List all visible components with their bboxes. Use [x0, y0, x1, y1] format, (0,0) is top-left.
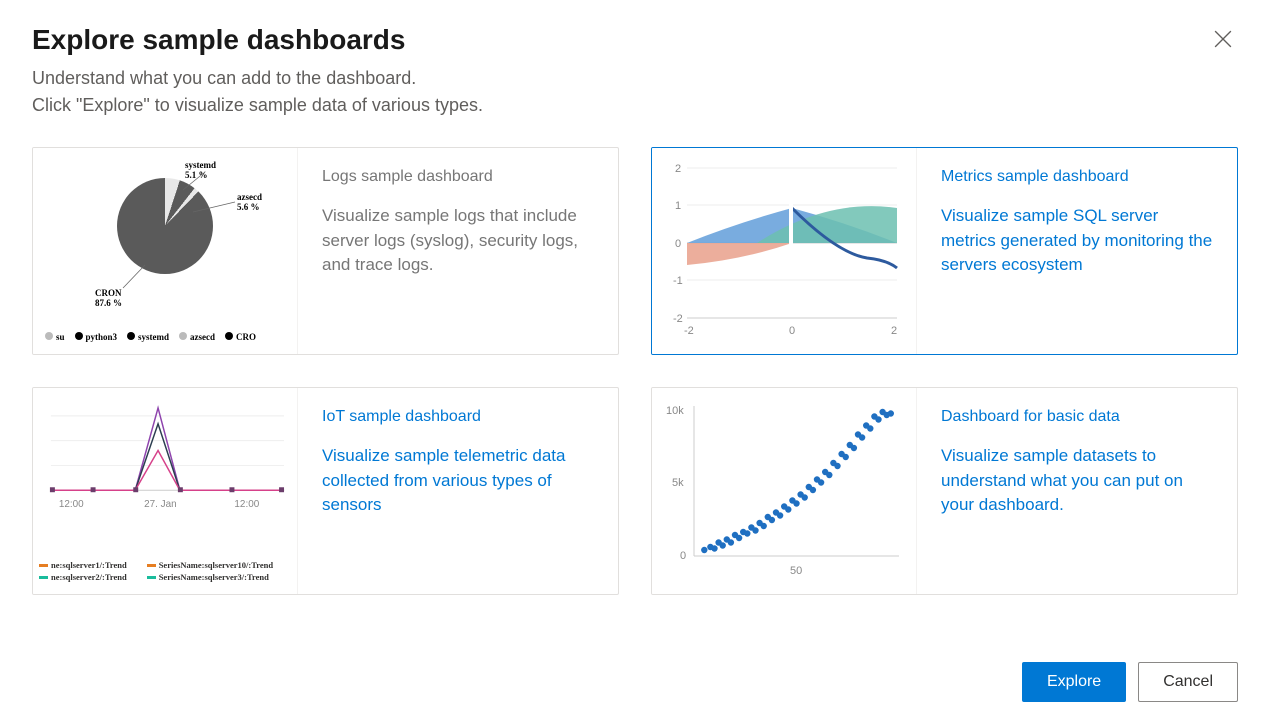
dialog-footer: Explore Cancel	[1022, 662, 1238, 702]
svg-text:10k: 10k	[666, 405, 684, 417]
close-icon	[1214, 36, 1232, 51]
explore-button[interactable]: Explore	[1022, 662, 1126, 702]
svg-text:0: 0	[789, 325, 795, 337]
card-title: Metrics sample dashboard	[941, 168, 1213, 186]
svg-text:2: 2	[675, 163, 681, 175]
dialog-subtitle: Understand what you can add to the dashb…	[32, 65, 1238, 119]
card-title: Dashboard for basic data	[941, 408, 1213, 426]
cancel-button[interactable]: Cancel	[1138, 662, 1238, 702]
thumb-logs-pie: systemd5.1 % azsecd5.6 % CRON87.6 % su p…	[33, 148, 298, 354]
svg-text:50: 50	[790, 565, 802, 577]
svg-text:-1: -1	[673, 275, 683, 287]
svg-text:5k: 5k	[672, 477, 684, 489]
card-title: IoT sample dashboard	[322, 408, 594, 426]
sample-cards-grid: systemd5.1 % azsecd5.6 % CRON87.6 % su p…	[32, 147, 1238, 595]
thumb-metrics-area: 2 1 0 -1 -2 -2 0 2	[652, 148, 917, 354]
thumb-iot-lines: 12:00 27. Jan 12:00 ne:sqlserver1/:Trend…	[33, 388, 298, 594]
svg-text:12:00: 12:00	[234, 499, 259, 510]
close-button[interactable]	[1208, 24, 1238, 57]
card-title: Logs sample dashboard	[322, 168, 594, 186]
card-basic[interactable]: 10k 5k 0 50 Dashboard for basic data Vis…	[651, 387, 1238, 595]
card-logs[interactable]: systemd5.1 % azsecd5.6 % CRON87.6 % su p…	[32, 147, 619, 355]
svg-text:27. Jan: 27. Jan	[144, 499, 177, 510]
dialog-title: Explore sample dashboards	[32, 24, 405, 56]
svg-text:-2: -2	[673, 313, 683, 325]
svg-text:-2: -2	[684, 325, 694, 337]
svg-text:12:00: 12:00	[59, 499, 84, 510]
card-desc: Visualize sample SQL server metrics gene…	[941, 204, 1213, 278]
svg-text:1: 1	[675, 200, 681, 212]
svg-text:2: 2	[891, 325, 897, 337]
card-desc: Visualize sample datasets to understand …	[941, 444, 1213, 518]
card-metrics[interactable]: 2 1 0 -1 -2 -2 0 2 Metrics sample dashbo…	[651, 147, 1238, 355]
card-iot[interactable]: 12:00 27. Jan 12:00 ne:sqlserver1/:Trend…	[32, 387, 619, 595]
card-desc: Visualize sample logs that include serve…	[322, 204, 594, 278]
svg-text:0: 0	[675, 238, 681, 250]
card-desc: Visualize sample telemetric data collect…	[322, 444, 594, 518]
thumb-basic-scatter: 10k 5k 0 50	[652, 388, 917, 594]
svg-text:0: 0	[680, 550, 686, 562]
